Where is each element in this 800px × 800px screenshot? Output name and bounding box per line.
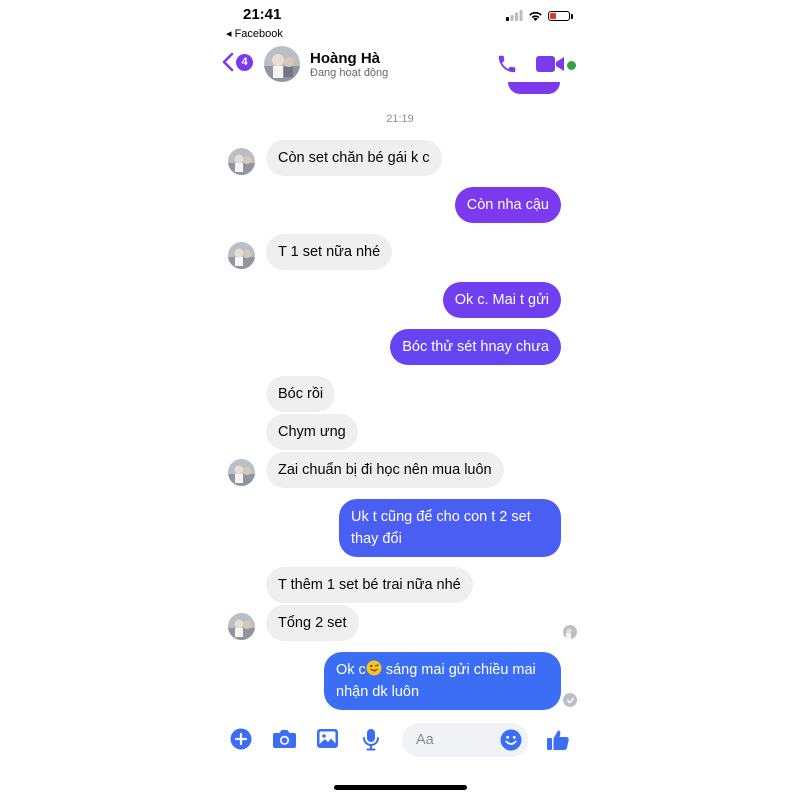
thumbs-up-icon: [547, 730, 569, 750]
phone-icon: [498, 55, 516, 73]
sender-avatar[interactable]: [228, 148, 255, 175]
sender-avatar[interactable]: [228, 459, 255, 486]
incoming-message[interactable]: Còn set chăn bé gái k c: [266, 140, 442, 176]
back-button[interactable]: 4: [222, 52, 253, 72]
microphone-icon: [363, 729, 379, 751]
battery-icon: [548, 10, 573, 21]
contact-avatar[interactable]: [264, 46, 300, 82]
outgoing-message[interactable]: Bóc thử sét hnay chưa: [390, 329, 561, 365]
chevron-left-icon: [222, 52, 234, 72]
emoji-button[interactable]: [500, 729, 522, 756]
add-button[interactable]: [230, 728, 252, 755]
gallery-button[interactable]: [316, 728, 339, 754]
online-indicator: [567, 61, 576, 70]
status-time: 21:41: [243, 6, 282, 23]
message-composer: [216, 718, 584, 764]
messenger-screen: 21:41 ◂ Facebook 4 Hoàng Hà Đang hoạt độ…: [216, 0, 584, 800]
incoming-message[interactable]: T thêm 1 set bé trai nữa nhé: [266, 567, 473, 603]
seen-by-avatar: [563, 625, 577, 639]
camera-button[interactable]: [272, 728, 297, 754]
back-to-facebook-link[interactable]: ◂ Facebook: [226, 27, 283, 40]
delivered-check-icon: [563, 693, 577, 707]
outgoing-message[interactable]: Ok c sáng mai gửi chiều mai nhận dk luôn: [324, 652, 561, 710]
video-camera-icon: [536, 56, 564, 72]
contact-name: Hoàng Hà: [310, 50, 381, 67]
incoming-message[interactable]: Chym ưng: [266, 414, 358, 450]
sender-avatar[interactable]: [228, 242, 255, 269]
status-icons: [506, 10, 573, 21]
contact-active-status: Đang hoạt động: [310, 67, 389, 79]
smiley-face-icon: [500, 729, 522, 751]
message-timestamp: 21:19: [386, 113, 414, 125]
cellular-signal-icon: [506, 10, 523, 21]
incoming-message[interactable]: T 1 set nữa nhé: [266, 234, 393, 270]
outgoing-message[interactable]: Ok c. Mai t gửi: [442, 282, 561, 318]
video-call-button[interactable]: [536, 55, 566, 78]
camera-icon: [273, 730, 296, 748]
plus-circle-icon: [230, 728, 252, 750]
like-button[interactable]: [546, 728, 570, 757]
message-text: Ok c: [336, 662, 366, 678]
sender-avatar[interactable]: [228, 613, 255, 640]
outgoing-message[interactable]: Còn nha cậu: [454, 187, 561, 223]
tongue-wink-emoji: [366, 660, 382, 676]
unread-count-badge: 4: [236, 53, 253, 71]
previous-message-bubble: [508, 82, 560, 94]
voice-call-button[interactable]: [496, 53, 518, 80]
incoming-message[interactable]: Tổng 2 set: [266, 605, 359, 641]
incoming-message[interactable]: Zai chuẩn bị đi học nên mua luôn: [266, 452, 504, 488]
wifi-icon: [529, 11, 542, 21]
home-indicator: [334, 785, 467, 790]
image-icon: [317, 729, 338, 748]
incoming-message[interactable]: Bóc rồi: [266, 376, 336, 412]
outgoing-message[interactable]: Uk t cũng để cho con t 2 set thay đổi: [339, 499, 561, 557]
voice-message-button[interactable]: [362, 728, 380, 756]
